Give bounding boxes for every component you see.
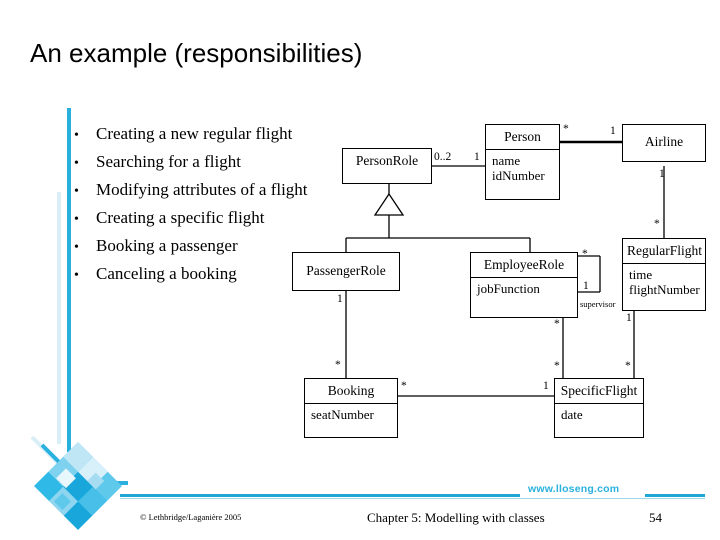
multiplicity-label: * [582,248,588,260]
multiplicity-label: * [554,360,560,372]
multiplicity-label: * [335,359,341,371]
multiplicity-label: * [401,380,407,392]
uml-attribute: name [492,152,521,168]
footer-divider [120,498,705,499]
uml-class-specificflight: SpecificFlight date [554,378,644,438]
multiplicity-label: 1 [474,151,480,163]
uml-class-passengerrole: PassengerRole [292,252,400,291]
list-item-label: Canceling a booking [96,264,237,283]
multiplicity-label: * [563,123,569,135]
multiplicity-label: 1 [337,293,343,305]
uml-attribute: seatNumber [311,406,374,422]
uml-class-name: Person [504,129,541,144]
multiplicity-label: 0..2 [434,151,452,163]
bullet-marker-icon: • [74,156,79,171]
uml-attribute-compartment: jobFunction [471,276,577,300]
multiplicity-label: 1 [626,312,632,324]
list-item: • Creating a specific flight [74,208,374,236]
uml-class-name: Airline [644,134,684,149]
uml-class-person: Person name idNumber [485,124,560,200]
list-item-label: Searching for a flight [96,152,241,171]
bullet-marker-icon: • [74,240,79,255]
bullet-marker-icon: • [74,212,79,227]
generalization-triangle-icon [373,192,405,216]
bullet-marker-icon: • [74,184,79,199]
list-item: • Searching for a flight [74,152,374,180]
uml-attribute-compartment: time flightNumber [623,262,705,301]
multiplicity-label: 1 [583,280,589,292]
footer-copyright: © Lethbridge/Laganière 2005 [140,512,242,522]
uml-class-airline: Airline [622,124,706,162]
multiplicity-label: * [554,318,560,330]
multiplicity-label: * [625,360,631,372]
uml-class-name: SpecificFlight [560,383,638,398]
uml-class-regularflight: RegularFlight time flightNumber [622,238,706,311]
list-item-label: Creating a new regular flight [96,124,293,143]
uml-attribute: flightNumber [629,281,700,297]
slide-canvas: An example (responsibilities) • Creating… [0,0,720,540]
uml-class-name: RegularFlight [627,243,702,258]
uml-class-personrole: PersonRole [342,148,432,184]
multiplicity-label: * [654,218,660,230]
list-item: • Creating a new regular flight [74,124,374,152]
bullet-marker-icon: • [74,128,79,143]
uml-class-name: PassengerRole [306,263,386,278]
uml-attribute: date [561,406,583,422]
uml-class-booking: Booking seatNumber [304,378,398,438]
uml-class-name: EmployeeRole [483,257,565,272]
uml-attribute: time [629,266,653,282]
footer-chapter-title: Chapter 5: Modelling with classes [367,510,545,525]
multiplicity-label: 1 [610,125,616,137]
accent-rail-light [57,192,61,444]
association-role-label: supervisor [580,299,616,309]
bullet-marker-icon: • [74,268,79,283]
list-item-label: Modifying attributes of a flight [96,180,308,199]
multiplicity-label: 1 [543,380,549,392]
list-item-label: Booking a passenger [96,236,238,255]
uml-class-employeerole: EmployeeRole jobFunction [470,252,578,318]
uml-attribute-compartment: name idNumber [486,148,559,187]
uml-attribute-compartment: seatNumber [305,402,397,426]
uml-class-name: PersonRole [355,153,419,168]
footer-accent-bar-right [645,494,705,497]
accent-rail-cyan [67,108,71,452]
uml-attribute: jobFunction [477,280,540,296]
uml-attribute-compartment: date [555,402,643,426]
list-item-label: Creating a specific flight [96,208,265,227]
page-title: An example (responsibilities) [30,38,363,68]
list-item: • Modifying attributes of a flight [74,180,374,208]
multiplicity-label: 1 [659,168,665,180]
footer-page-number: 54 [649,510,662,525]
uml-attribute: idNumber [492,167,545,183]
footer-accent-bar-left [120,494,520,497]
uml-class-name: Booking [327,383,375,398]
footer-url[interactable]: www.lloseng.com [528,483,619,495]
